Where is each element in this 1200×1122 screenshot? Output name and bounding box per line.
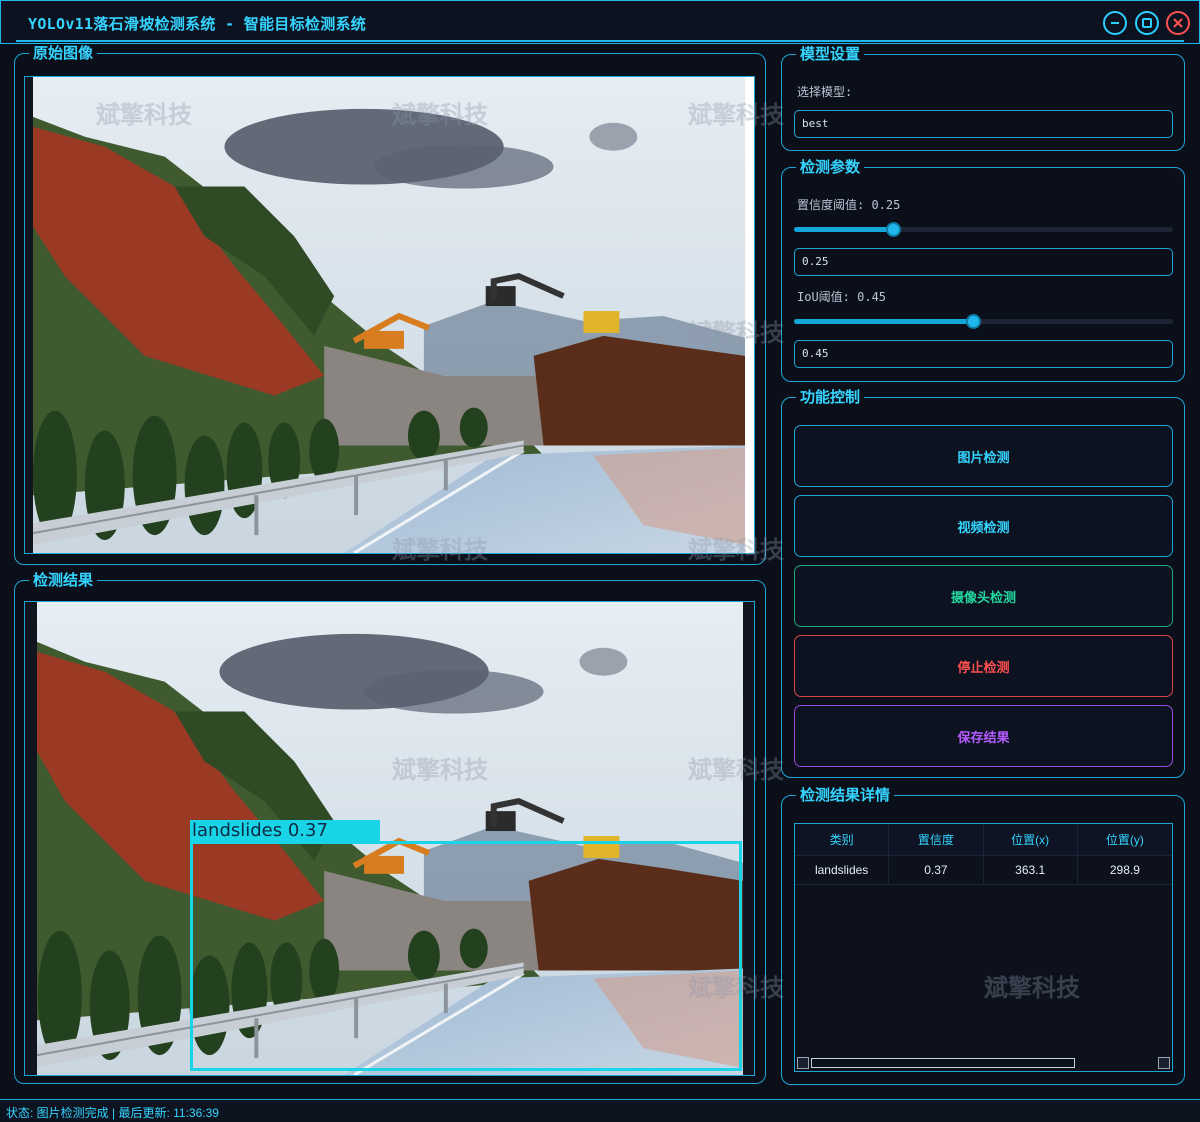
cell-y: 298.9 xyxy=(1109,863,1140,877)
minimize-icon xyxy=(1111,22,1119,24)
detect-params-label: 检测参数 xyxy=(796,158,865,176)
model-select[interactable]: best xyxy=(794,110,1173,138)
detection-bounding-box xyxy=(190,841,742,1071)
original-image xyxy=(25,77,754,553)
camera-detect-button[interactable]: 摄像头检测 xyxy=(794,565,1173,627)
iou-slider-fill xyxy=(794,319,974,324)
confidence-slider[interactable] xyxy=(794,222,1173,237)
video-detect-button[interactable]: 视频检测 xyxy=(794,495,1173,557)
controls-label: 功能控制 xyxy=(796,388,865,406)
model-settings-label: 模型设置 xyxy=(796,45,865,63)
iou-slider[interactable] xyxy=(794,314,1173,329)
original-image-view xyxy=(24,76,755,554)
cell-x: 363.1 xyxy=(984,856,1078,884)
save-result-button[interactable]: 保存结果 xyxy=(794,705,1173,767)
iou-input[interactable]: 0.45 xyxy=(794,340,1173,368)
scroll-left-arrow[interactable] xyxy=(797,1057,809,1069)
confidence-input[interactable]: 0.25 xyxy=(794,248,1173,276)
details-label: 检测结果详情 xyxy=(796,786,895,804)
confidence-threshold-label: 置信度阈值: 0.25 xyxy=(797,198,901,212)
maximize-button[interactable] xyxy=(1135,11,1159,35)
status-bar: 状态: 图片检测完成 | 最后更新: 11:36:39 xyxy=(0,1099,1200,1122)
title-bar: YOLOv11落石滑坡检测系统 - 智能目标检测系统 xyxy=(0,0,1200,44)
details-table: 类别 置信度 位置(x) 位置(y) landslides 0.37 363.1… xyxy=(794,823,1173,1072)
iou-slider-handle[interactable] xyxy=(965,314,981,329)
minimize-button[interactable] xyxy=(1103,11,1127,35)
select-model-label: 选择模型: xyxy=(797,85,853,99)
maximize-icon xyxy=(1142,18,1152,28)
column-header-x[interactable]: 位置(x) xyxy=(984,824,1078,855)
cell-class: landslides xyxy=(795,856,890,884)
window-title: YOLOv11落石滑坡检测系统 - 智能目标检测系统 xyxy=(28,15,367,33)
table-horizontal-scrollbar[interactable] xyxy=(795,1057,1172,1069)
close-icon xyxy=(1173,18,1183,28)
image-detect-button[interactable]: 图片检测 xyxy=(794,425,1173,487)
column-header-confidence[interactable]: 置信度 xyxy=(889,824,984,855)
cell-confidence: 0.37 xyxy=(889,856,984,884)
title-underline xyxy=(16,40,1184,42)
scroll-right-arrow[interactable] xyxy=(1158,1057,1170,1069)
table-row[interactable]: landslides 0.37 363.1 298.9 xyxy=(795,856,1172,885)
table-header: 类别 置信度 位置(x) 位置(y) xyxy=(795,824,1172,856)
result-image-label: 检测结果 xyxy=(29,571,98,589)
confidence-slider-fill xyxy=(794,227,894,232)
stop-detect-button[interactable]: 停止检测 xyxy=(794,635,1173,697)
iou-threshold-label: IoU阈值: 0.45 xyxy=(797,290,887,304)
close-button[interactable] xyxy=(1166,11,1190,35)
original-image-label: 原始图像 xyxy=(29,44,98,62)
column-header-y[interactable]: 位置(y) xyxy=(1078,824,1172,855)
confidence-slider-handle[interactable] xyxy=(885,222,901,237)
result-image-view: landslides 0.37 xyxy=(24,601,755,1076)
detection-label-tag: landslides 0.37 xyxy=(190,820,380,842)
scrollbar-thumb[interactable] xyxy=(811,1058,1075,1068)
column-header-class[interactable]: 类别 xyxy=(795,824,890,855)
